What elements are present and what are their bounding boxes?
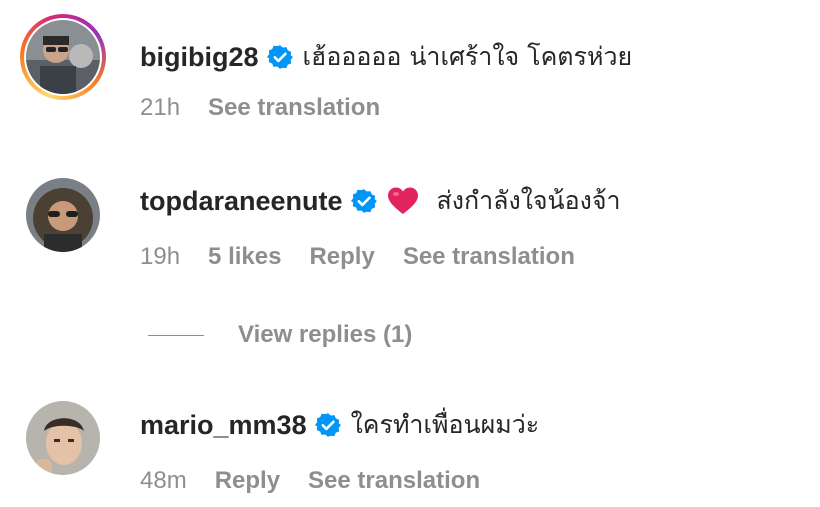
comment-text: ส่งกำลังใจน้องจ้า xyxy=(436,186,621,215)
red-heart-emoji-icon xyxy=(387,186,419,216)
view-replies-button[interactable]: View replies (1) xyxy=(148,318,412,352)
comment-meta: 19h 5 likes Reply See translation xyxy=(140,241,603,273)
story-ring[interactable] xyxy=(20,14,106,100)
see-translation-link[interactable]: See translation xyxy=(308,467,480,495)
username[interactable]: mario_mm38 xyxy=(140,410,307,441)
comment-time: 48m xyxy=(140,467,187,494)
comment-line: bigibig28 เฮ้อออออ น่าเศร้าใจ โคตรห่วย xyxy=(140,37,632,77)
view-replies-label: View replies (1) xyxy=(238,321,413,348)
reply-button[interactable]: Reply xyxy=(309,243,374,271)
verified-badge-icon xyxy=(350,188,377,214)
username[interactable]: topdaraneenute xyxy=(140,186,343,217)
see-translation-link[interactable]: See translation xyxy=(403,243,575,271)
likes-count[interactable]: 5 likes xyxy=(208,243,281,271)
comment-text: เฮ้อออออ น่าเศร้าใจ โคตรห่วย xyxy=(302,42,633,71)
comment-meta: 48m Reply See translation xyxy=(140,465,508,497)
comment-text: ใครทำเพื่อนผมว่ะ xyxy=(350,410,540,439)
avatar[interactable] xyxy=(26,178,100,252)
comment-time: 19h xyxy=(140,243,181,270)
avatar[interactable] xyxy=(26,401,100,475)
comment-meta: 21h See translation xyxy=(140,92,408,124)
comment-line: topdaraneenute ส่งกำลังใจน้องจ้า xyxy=(140,181,621,221)
avatar[interactable] xyxy=(26,20,100,94)
verified-badge-icon xyxy=(266,44,293,70)
verified-badge-icon xyxy=(314,412,341,438)
comment-line: mario_mm38 ใครทำเพื่อนผมว่ะ xyxy=(140,405,539,445)
username[interactable]: bigibig28 xyxy=(140,42,259,73)
view-replies-divider xyxy=(148,334,204,336)
reply-button[interactable]: Reply xyxy=(215,467,280,495)
see-translation-link[interactable]: See translation xyxy=(208,94,380,122)
comment-time: 21h xyxy=(140,94,181,121)
